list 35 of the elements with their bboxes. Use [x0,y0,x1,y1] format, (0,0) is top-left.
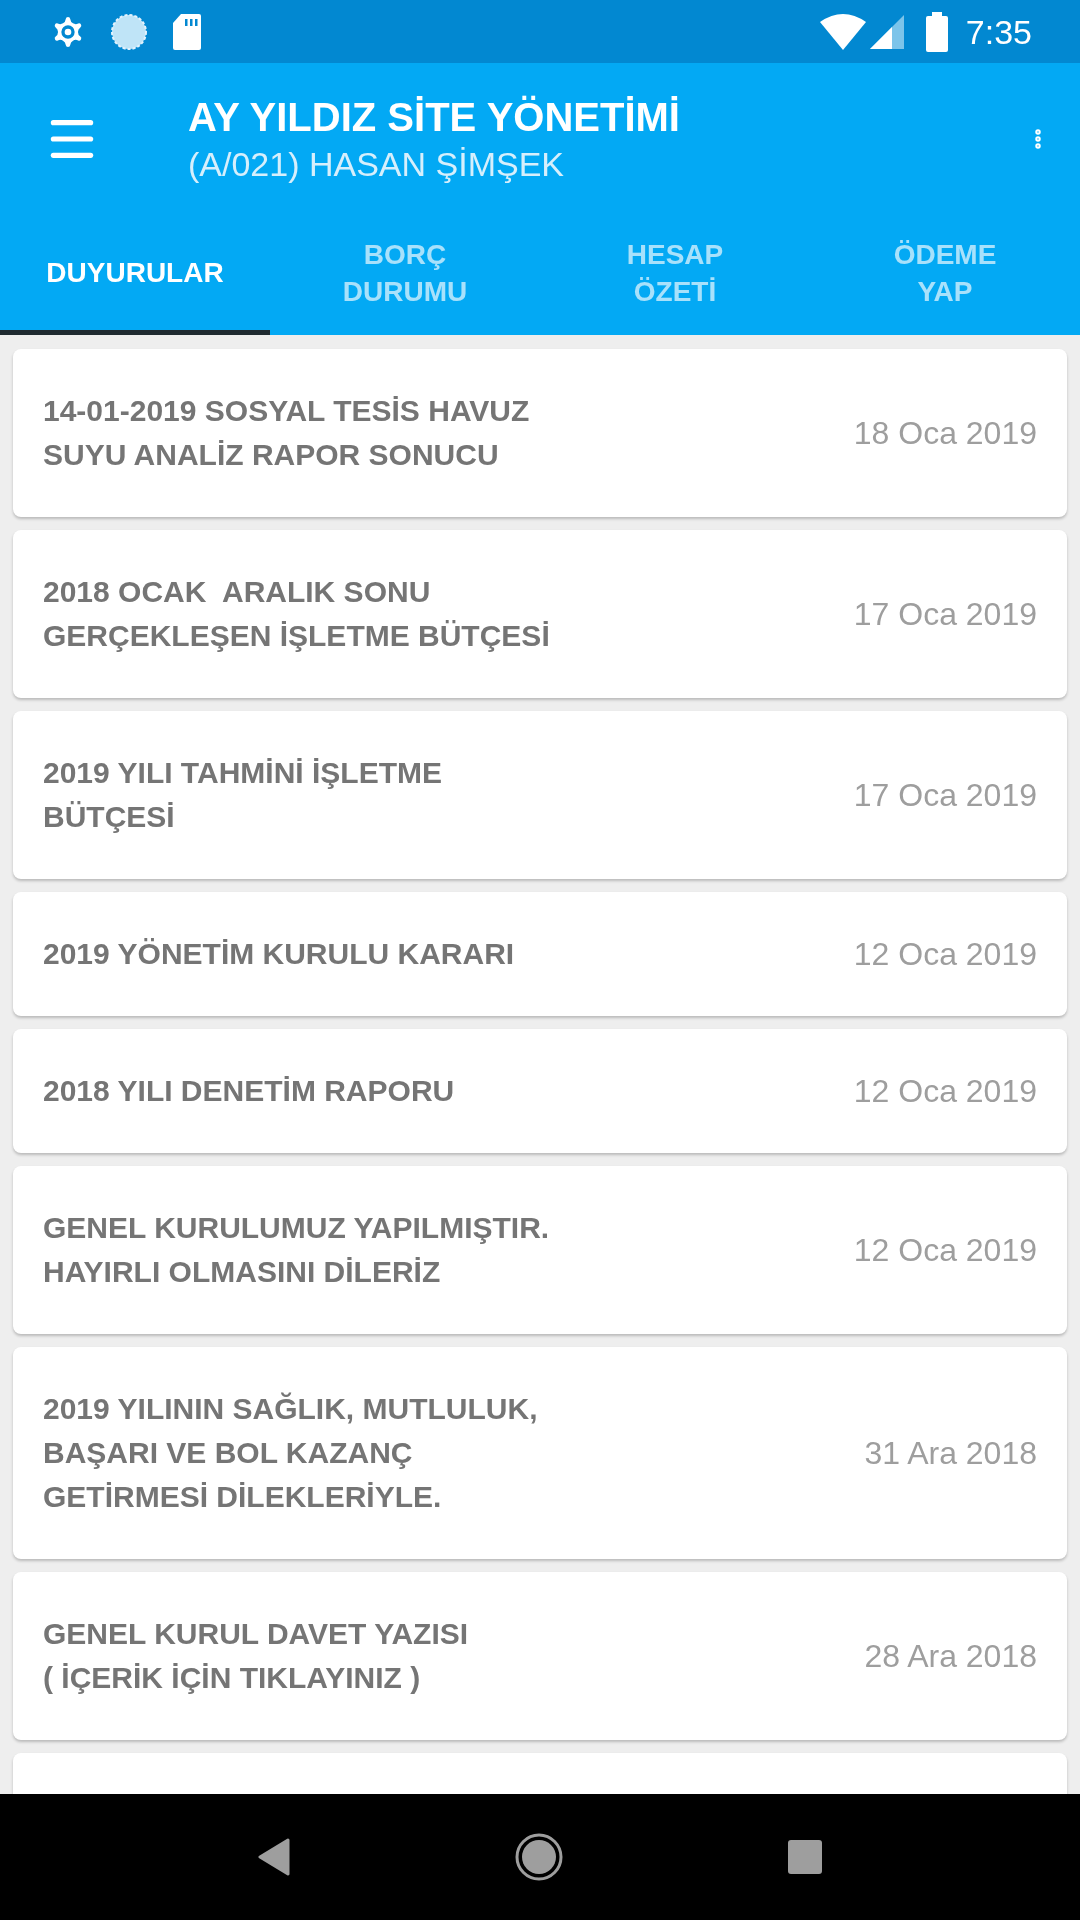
announcement-card[interactable]: GENEL KURUL DAVET YAZISI ( İÇERİK İÇİN TIKLAYINIZ ) 28 Ara 2018 [13,1572,1067,1740]
announcement-card[interactable]: 2018 YILI DENETİM RAPORU 12 Oca 2019 [13,1029,1067,1153]
announcement-title: 2019 YÖNETİM KURULU KARARI [43,936,516,972]
announcement-date: 18 Oca 2019 [853,414,1037,453]
announcement-card[interactable]: 2019 YILI TAHMİNİ İŞLETME BÜTÇESİ 17 Oca 2019 [13,711,1067,879]
sync-icon [110,12,148,51]
announcement-card[interactable]: 2019 YILININ SAĞLIK, MUTLULUK, BAŞARI VE BOL KAZANÇ GETİRMESİ DİLEKLERİYLE. 31 Ara 2018 [13,1347,1067,1559]
battery-icon [925,11,948,52]
announcement-date: 12 Oca 2019 [853,1231,1037,1270]
announcement-date: 12 Oca 2019 [853,1072,1037,1111]
announcement-title: 14-01-2019 SOSYAL TESİS HAVUZ SUYU ANALİZ RAPOR SONUCU [43,393,531,473]
announcement-date: 28 Ara 2018 [864,1637,1037,1676]
resident-name: (A/021) HASAN ŞİMŞEK [188,144,565,185]
app-title: AY YILDIZ SİTE YÖNETİMİ [188,94,680,141]
announcement-card[interactable]: GENEL KURULUMUZ YAPILMIŞTIR. HAYIRLI OLMASINI DİLERİZ 12 Oca 2019 [13,1166,1067,1334]
announcement-date: 17 Oca 2019 [853,595,1037,634]
announcement-title: 2019 YILININ SAĞLIK, MUTLULUK, BAŞARI VE BOL KAZANÇ GETİRMESİ DİLEKLERİYLE. [43,1391,539,1515]
announcement-date: 31 Ara 2018 [864,1434,1037,1473]
signal-icon [869,14,904,49]
announcement-card[interactable]: 2019 YÖNETİM KURULU KARARI 12 Oca 2019 [13,892,1067,1016]
back-icon[interactable] [258,1838,290,1876]
announcement-title: 2018 OCAK ARALIK SONU GERÇEKLEŞEN İŞLETME BÜTÇESİ [43,574,551,654]
wifi-icon [819,13,866,50]
sd-card-icon [172,12,202,51]
announcement-title: 2019 YILI TAHMİNİ İŞLETME BÜTÇESİ [43,755,443,835]
announcement-title: 2018 YILI DENETİM RAPORU [43,1073,456,1109]
announcement-title: GENEL KURUL DAVET YAZISI ( İÇERİK İÇİN TIKLAYINIZ ) [43,1616,470,1696]
announcement-card[interactable]: 2018 OCAK ARALIK SONU GERÇEKLEŞEN İŞLETME BÜTÇESİ 17 Oca 2019 [13,530,1067,698]
announcement-card[interactable]: 14-01-2019 SOSYAL TESİS HAVUZ SUYU ANALİZ RAPOR SONUCU 18 Oca 2019 [13,349,1067,517]
announcement-date: 12 Oca 2019 [853,935,1037,974]
announcement-date: 17 Oca 2019 [853,776,1037,815]
clock: 7:35 [965,14,1032,49]
announcement-title: GENEL KURULUMUZ YAPILMIŞTIR. HAYIRLI OLMASINI DİLERİZ [43,1210,551,1290]
home-icon[interactable] [515,1833,563,1881]
tab[interactable]: DUYURULAR [0,215,270,335]
